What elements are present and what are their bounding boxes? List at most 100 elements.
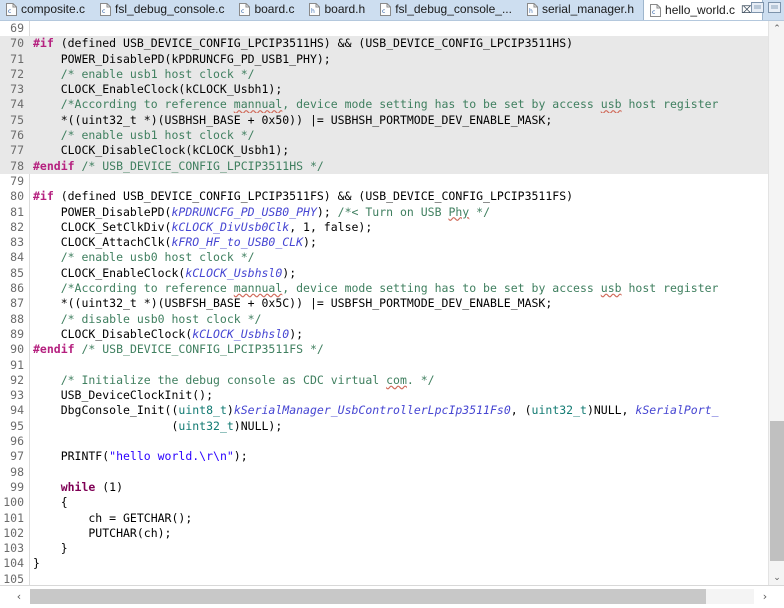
code-line[interactable]: 70 #if (defined USB_DEVICE_CONFIG_LPCIP35… (0, 36, 784, 52)
code-line[interactable]: 95 (uint32_t)NULL); (0, 419, 784, 434)
code-line[interactable]: 89 CLOCK_DisableClock(kCLOCK_Usbhsl0); (0, 327, 784, 342)
editor-tab-board-h[interactable]: h board.h (303, 0, 374, 20)
editor-tab-fsl-debug-console-c[interactable]: c fsl_debug_console.c (94, 0, 233, 20)
code-line[interactable]: 76 /* enable usb1 host clock */ (0, 128, 784, 144)
code-token: kFRO_HF_to_USB0_CLK (171, 235, 304, 250)
line-number: 78 (10, 158, 24, 173)
code-line[interactable]: 96 (0, 434, 784, 449)
code-line[interactable]: 79 (0, 174, 784, 189)
code-token: ); (289, 326, 304, 341)
code-line[interactable]: 102 PUTCHAR(ch); (0, 526, 784, 541)
code-token: ); (316, 204, 338, 219)
c-source-file-icon: c (6, 3, 17, 16)
code-token: USB_DeviceClockInit(); (33, 388, 214, 403)
code-line[interactable]: 73 CLOCK_EnableClock(kCLOCK_Usbh1); (0, 82, 784, 98)
code-text-area[interactable]: 69 70 #if (defined USB_DEVICE_CONFIG_LPCIP… (0, 21, 784, 586)
editor-tab-bar: c composite.c c fsl_debug_console.c c board.c… (0, 0, 784, 21)
code-line[interactable]: 82 CLOCK_SetClkDiv(kCLOCK_DivUsb0Clk, 1,… (0, 220, 784, 235)
line-number: 90 (10, 342, 24, 357)
code-line[interactable]: 74 /*According to reference mannual, dev… (0, 97, 784, 113)
code-line[interactable]: 93 USB_DeviceClockInit(); (0, 388, 784, 403)
code-token: , ( (510, 403, 532, 418)
line-number: 89 (10, 326, 24, 341)
scroll-up-icon[interactable]: ⌃ (769, 21, 784, 37)
code-line-text: /* enable usb1 host clock */ (33, 67, 255, 82)
code-line[interactable]: 105 (0, 572, 784, 586)
editor-tab-board-c[interactable]: c board.c (233, 0, 303, 20)
code-line[interactable]: 80 #if (defined USB_DEVICE_CONFIG_LPCIP35… (0, 189, 784, 204)
code-line[interactable]: 83 CLOCK_AttachClk(kFRO_HF_to_USB0_CLK); (0, 235, 784, 250)
code-line[interactable]: 97 PRINTF("hello world.\r\n"); (0, 449, 784, 464)
code-token: #endif (33, 158, 75, 173)
code-line[interactable]: 92 /* Initialize the debug console as CD… (0, 373, 784, 388)
code-token: kSerialPort_ (635, 403, 719, 418)
code-line-text: CLOCK_DisableClock(kCLOCK_Usbhsl0); (33, 327, 303, 342)
code-token: ); (233, 449, 248, 464)
code-token: ch = GETCHAR(); (33, 510, 193, 525)
code-token: /*< Turn on USB (337, 204, 449, 219)
code-line-text: ch = GETCHAR(); (33, 511, 192, 526)
minimize-button[interactable] (751, 2, 764, 13)
code-line[interactable]: 78 #endif /* USB_DEVICE_CONFIG_LPCIP3511H… (0, 158, 784, 174)
horizontal-scrollbar-thumb[interactable] (30, 589, 706, 604)
editor-tab-label: board.c (254, 2, 295, 16)
line-number: 105 (3, 571, 24, 586)
line-number: 77 (10, 143, 24, 158)
scroll-left-icon[interactable]: ‹ (8, 589, 30, 604)
code-line[interactable]: 86 /*According to reference mannual, dev… (0, 281, 784, 296)
code-line[interactable]: 88 /* disable usb0 host clock */ (0, 312, 784, 327)
code-line[interactable]: 84 /* enable usb0 host clock */ (0, 250, 784, 265)
horizontal-scrollbar[interactable]: ‹ › (0, 586, 784, 608)
code-line-text: USB_DeviceClockInit(); (33, 388, 213, 403)
maximize-button[interactable] (768, 2, 781, 13)
svg-text:c: c (102, 8, 105, 15)
code-line-text: PUTCHAR(ch); (33, 526, 171, 541)
code-line[interactable]: 69 (0, 21, 784, 36)
code-line[interactable]: 81 POWER_DisablePD(kPDRUNCFG_PD_USB0_PHY… (0, 205, 784, 220)
code-line[interactable]: 99 while (1) (0, 480, 784, 495)
code-line-text: POWER_DisablePD(kPDRUNCFG_PD_USB1_PHY); (33, 52, 331, 67)
line-number: 71 (10, 51, 24, 66)
line-number: 69 (10, 21, 24, 35)
code-token: #if (33, 189, 54, 204)
code-line[interactable]: 85 CLOCK_EnableClock(kCLOCK_Usbhsl0); (0, 266, 784, 281)
code-line[interactable]: 94 DbgConsole_Init((uint8_t)kSerialManag… (0, 403, 784, 418)
code-line[interactable]: 72 /* enable usb1 host clock */ (0, 66, 784, 83)
code-line[interactable]: 98 (0, 465, 784, 480)
line-number: 83 (10, 235, 24, 250)
code-line[interactable]: 71 POWER_DisablePD(kPDRUNCFG_PD_USB1_PHY… (0, 51, 784, 67)
scroll-right-icon[interactable]: › (754, 589, 776, 604)
code-line[interactable]: 100 { (0, 495, 784, 510)
code-token: uint32_t (178, 418, 234, 433)
editor-area[interactable]: 69 70 #if (defined USB_DEVICE_CONFIG_LPCIP… (0, 21, 784, 586)
code-line-text: #if (defined USB_DEVICE_CONFIG_LPCIP3511… (33, 36, 573, 51)
code-token: CLOCK_DisableClock( (33, 326, 193, 341)
code-line[interactable]: 90 #endif /* USB_DEVICE_CONFIG_LPCIP3511F… (0, 342, 784, 357)
line-number: 85 (10, 265, 24, 280)
code-line[interactable]: 104} (0, 556, 784, 571)
editor-tab-label: fsl_debug_console.c (115, 2, 225, 16)
code-line[interactable]: 91 (0, 358, 784, 373)
code-line[interactable]: 101 ch = GETCHAR(); (0, 511, 784, 526)
vertical-scrollbar-thumb[interactable] (770, 421, 784, 561)
code-line-text: /*According to reference mannual, device… (33, 97, 719, 112)
editor-tab-composite-c[interactable]: c composite.c (0, 0, 94, 20)
code-token: #endif (33, 342, 75, 357)
editor-tab-hello-world-c[interactable]: c hello_world.c ⌧ (643, 0, 763, 20)
scroll-down-icon[interactable]: ⌄ (769, 570, 784, 586)
code-token: ) (226, 403, 234, 418)
code-line[interactable]: 103 } (0, 541, 784, 556)
line-number: 97 (10, 449, 24, 464)
code-token: POWER_DisablePD( (33, 204, 172, 219)
line-number: 102 (3, 525, 24, 540)
editor-tab-serial-manager-h[interactable]: h serial_manager.h (521, 0, 643, 20)
code-line[interactable]: 87 *((uint32_t *)(USBFSH_BASE + 0x5C)) |… (0, 296, 784, 311)
line-number: 75 (10, 112, 24, 127)
vertical-scrollbar[interactable]: ⌃ ⌄ (768, 21, 784, 586)
code-line[interactable]: 75 *((uint32_t *)(USBHSH_BASE + 0x50)) |… (0, 112, 784, 129)
code-line[interactable]: 77 CLOCK_DisableClock(kCLOCK_Usbh1); (0, 143, 784, 159)
editor-tab-fsl-debug-console-[interactable]: c fsl_debug_console_... (374, 0, 521, 20)
code-line-text: CLOCK_DisableClock(kCLOCK_Usbh1); (33, 143, 290, 158)
code-token: /* enable usb1 host clock */ (33, 66, 255, 81)
code-token: Phy (448, 204, 470, 219)
